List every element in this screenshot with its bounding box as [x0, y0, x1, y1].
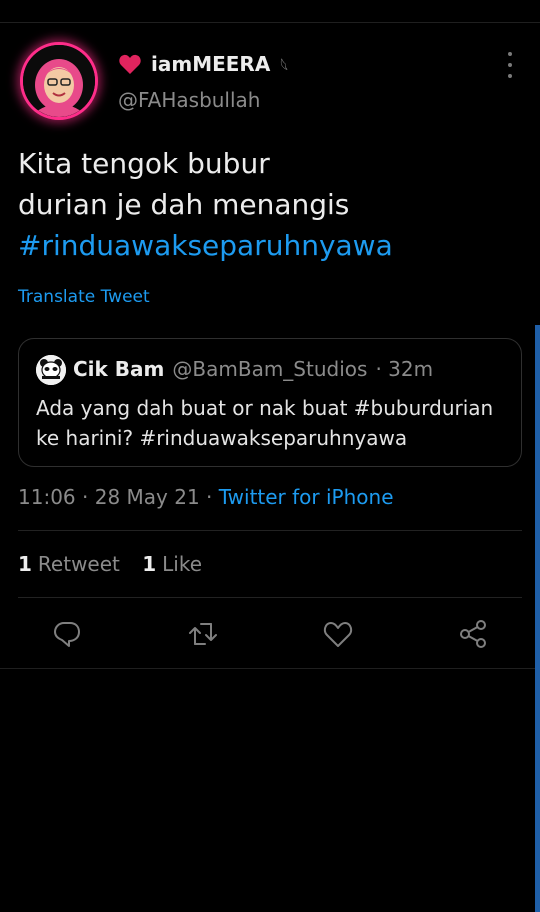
tweet-hashtag-link[interactable]: #rinduawakseparuhnyawa [18, 225, 518, 266]
author-avatar[interactable] [20, 42, 98, 120]
quoted-tweet-header: Cik Bam @BamBam_Studios · 32m [73, 357, 433, 381]
quoted-tweet-card[interactable]: Cik Bam @BamBam_Studios · 32m Ada yang dah… [18, 338, 522, 467]
author-handle[interactable]: @FAHasbullah [118, 88, 260, 112]
quoted-tweet-time: · 32m [375, 357, 434, 381]
panda-logo-icon [36, 355, 66, 385]
tweet-timestamp-row: 11:06 · 28 May 21 · Twitter for iPhone [18, 485, 394, 509]
retweets-label: Retweet [37, 552, 120, 576]
bottom-divider [0, 668, 540, 669]
top-divider [0, 22, 540, 23]
reply-icon[interactable] [51, 618, 83, 650]
quoted-author-avatar[interactable] [36, 355, 66, 385]
tweet-time: 11:06 [18, 485, 76, 509]
quoted-author-handle[interactable]: @BamBam_Studios [172, 357, 367, 381]
retweet-icon[interactable] [187, 618, 219, 650]
author-name-row[interactable]: iamMEERA 𓆩 [118, 48, 288, 80]
quoted-author-name[interactable]: Cik Bam [73, 357, 164, 381]
tweet-date: · 28 May 21 · [82, 485, 213, 509]
quoted-tweet-text: Ada yang dah buat or nak buat #buburduri… [36, 393, 506, 453]
heart-emoji-icon [119, 54, 141, 74]
likes-label: Like [162, 552, 203, 576]
tweet-action-bar [0, 618, 540, 650]
divider [18, 530, 522, 531]
quoted-text-line: ke harini? #rinduawakseparuhnyawa [36, 426, 408, 450]
retweets-count: 1 [18, 552, 32, 576]
tweet-text-line: durian je dah menangis [18, 188, 350, 221]
tweet-text: Kita tengok bubur durian je dah menangis… [18, 143, 518, 266]
translate-tweet-link[interactable]: Translate Tweet [18, 287, 150, 307]
likes-count: 1 [142, 552, 157, 576]
author-display-name[interactable]: iamMEERA [151, 52, 270, 76]
avatar-illustration [23, 45, 95, 117]
retweets-stat[interactable]: 1 Retweet [18, 552, 120, 576]
engagement-stats: 1 Retweet 1 Like [18, 552, 202, 576]
heart-icon[interactable] [322, 618, 354, 650]
share-icon[interactable] [457, 618, 489, 650]
divider [18, 597, 522, 598]
quoted-text-line: Ada yang dah buat or nak buat #buburduri… [36, 396, 494, 420]
more-vertical-icon[interactable] [500, 52, 520, 78]
scrollbar[interactable] [535, 325, 540, 912]
tweet-text-line: Kita tengok bubur [18, 147, 270, 180]
tweet-source-link[interactable]: Twitter for iPhone [219, 485, 394, 509]
likes-stat[interactable]: 1 Like [142, 552, 202, 576]
author-name-glyph: 𓆩 [280, 59, 289, 75]
